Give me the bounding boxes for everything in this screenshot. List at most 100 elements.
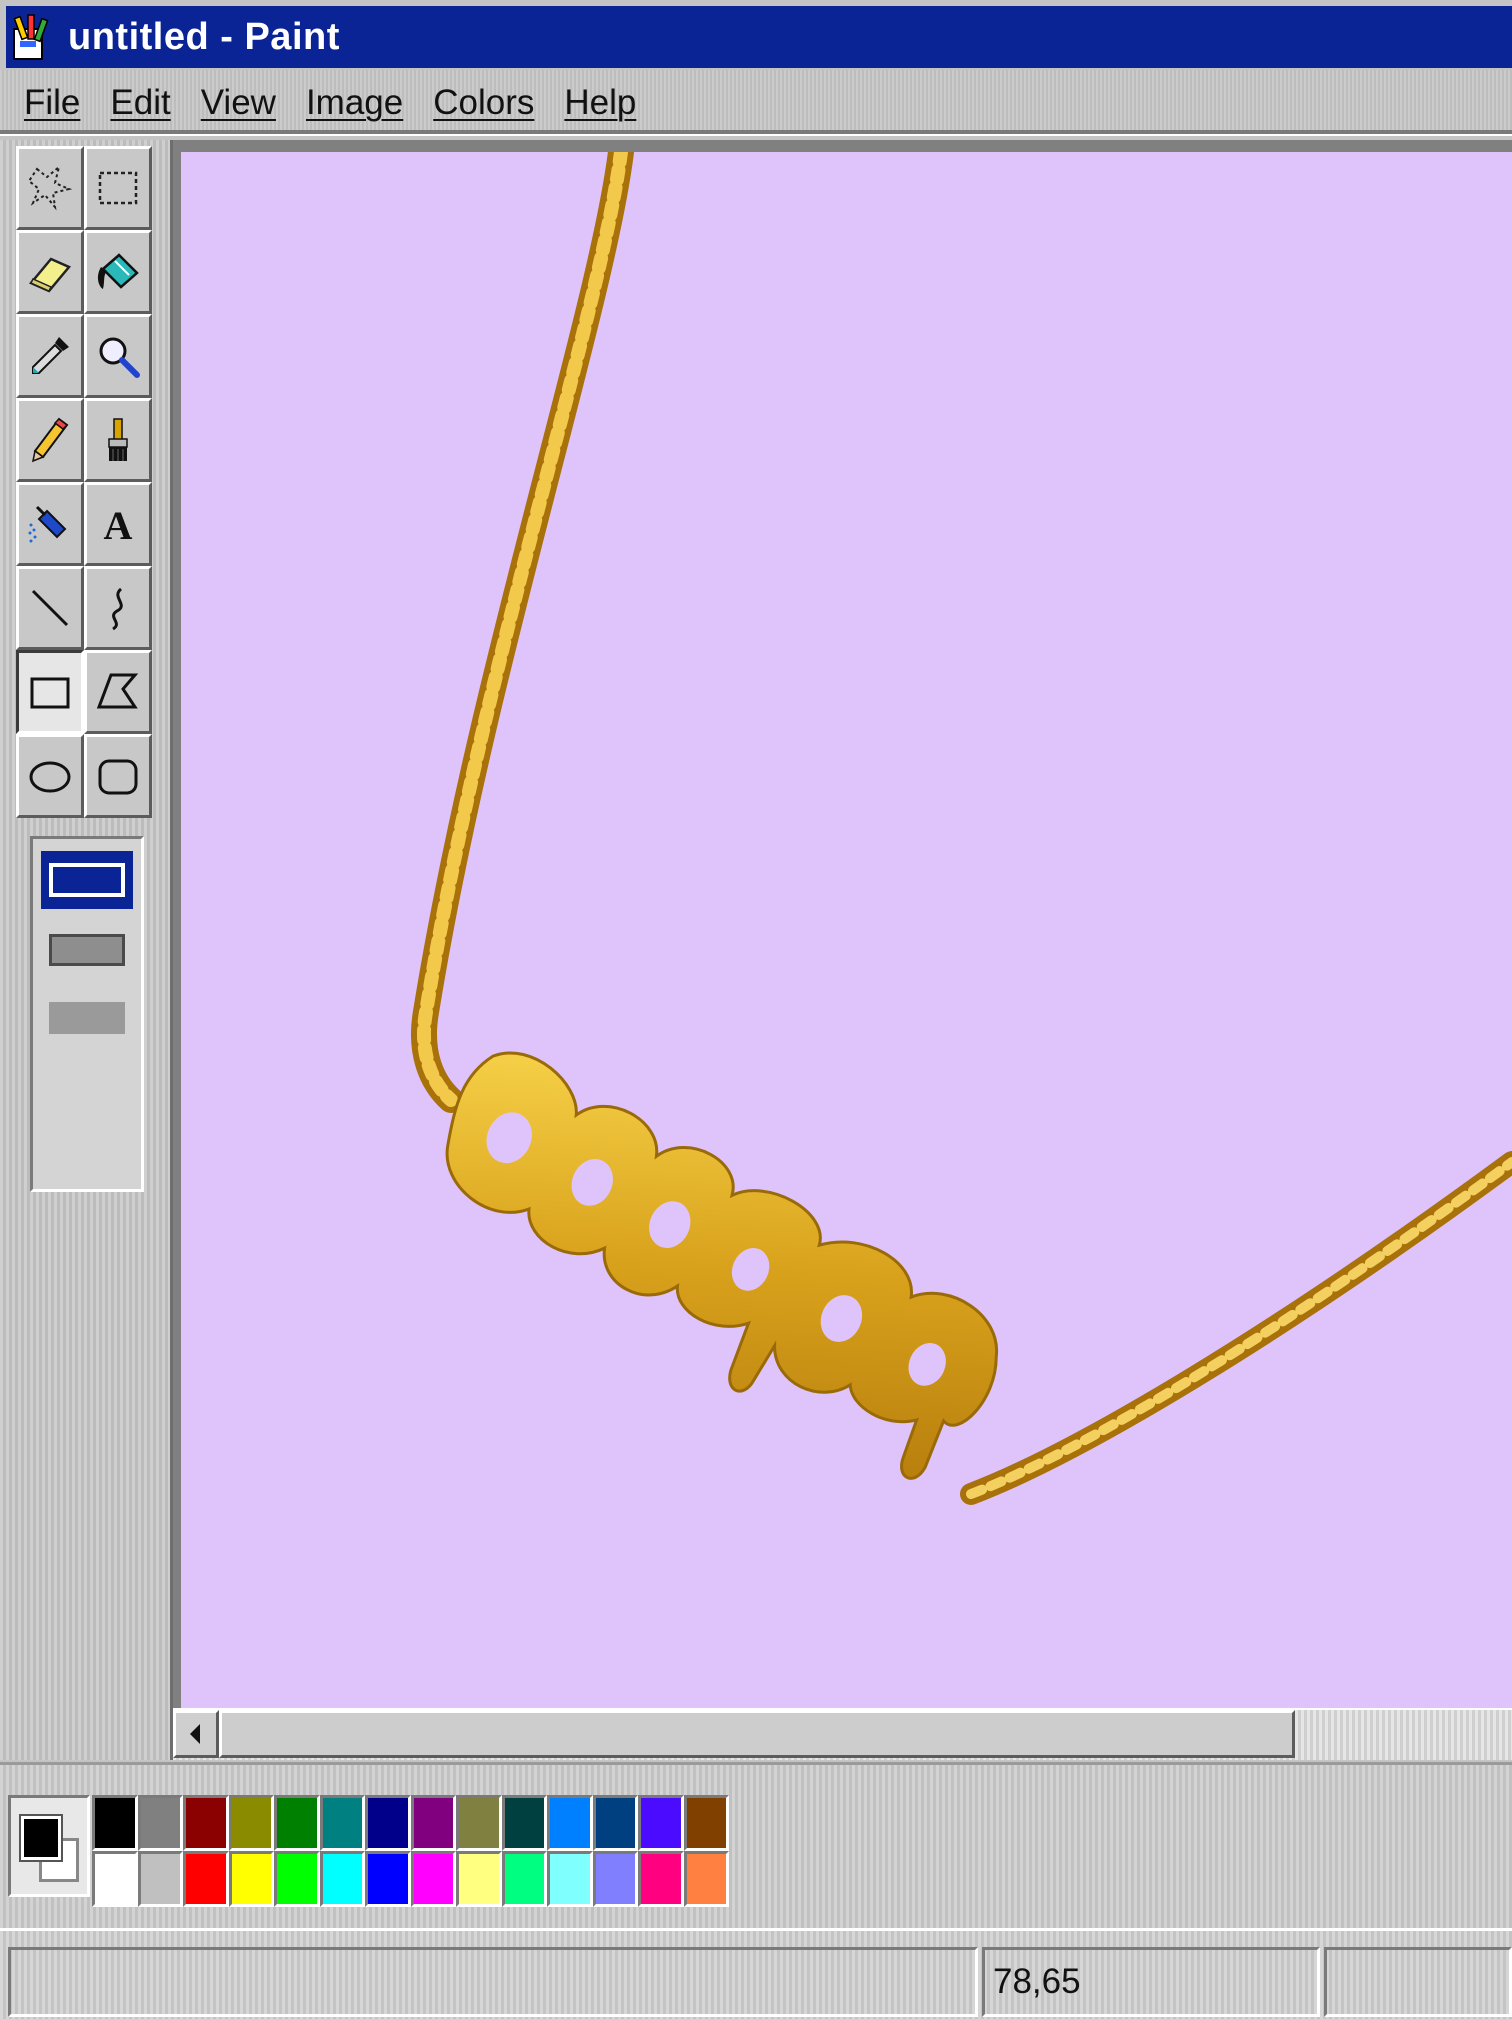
palette-swatch-bottom-8[interactable] (456, 1851, 502, 1907)
tool-magnifier[interactable] (84, 314, 152, 398)
tool-fill[interactable] (84, 230, 152, 314)
palette-swatch-bottom-1[interactable] (137, 1851, 183, 1907)
menu-colors[interactable]: Colors (433, 83, 534, 123)
tool-ellipse[interactable] (16, 734, 84, 818)
eraser-icon (28, 257, 72, 293)
color-box (0, 1762, 1512, 1931)
scroll-left-button[interactable] (173, 1710, 219, 1758)
palette-swatch-bottom-5[interactable] (319, 1851, 365, 1907)
tool-options (30, 836, 144, 1192)
palette-swatch-bottom-10[interactable] (547, 1851, 593, 1907)
airbrush-icon (28, 505, 67, 543)
tool-brush[interactable] (84, 398, 152, 482)
fill-option-outline-fill[interactable] (41, 921, 133, 979)
palette-swatch-bottom-2[interactable] (183, 1851, 229, 1907)
tool-polygon[interactable] (84, 650, 152, 734)
title-bar: untitled - Paint (6, 6, 1512, 68)
status-size-pane (1324, 1947, 1512, 2017)
tool-select[interactable] (84, 146, 152, 230)
tool-rounded-rectangle[interactable] (84, 734, 152, 818)
drawing-canvas[interactable] (181, 152, 1512, 1708)
tool-text[interactable]: A (84, 482, 152, 566)
palette-swatch-top-2[interactable] (183, 1795, 229, 1851)
tool-rectangle[interactable] (16, 650, 84, 734)
cursor-coordinates: 78,65 (993, 1962, 1081, 2001)
horizontal-scrollbar[interactable] (173, 1708, 1512, 1760)
menu-view[interactable]: View (201, 83, 276, 123)
palette-swatch-top-0[interactable] (92, 1795, 138, 1851)
fill-option-fill[interactable] (41, 989, 133, 1047)
palette-swatch-top-1[interactable] (137, 1795, 183, 1851)
select-icon (98, 171, 138, 205)
curve-icon (112, 587, 123, 631)
tool-airbrush[interactable] (16, 482, 84, 566)
pencil-icon (31, 417, 69, 463)
fill-preview (49, 1002, 125, 1034)
palette-swatch-top-11[interactable] (592, 1795, 638, 1851)
necklace-image (411, 152, 1512, 1505)
name-pendant (445, 1051, 998, 1480)
line-icon (31, 589, 69, 627)
palette-swatch-bottom-11[interactable] (592, 1851, 638, 1907)
menu-help[interactable]: Help (564, 83, 636, 123)
menu-image[interactable]: Image (306, 83, 403, 123)
tool-color-picker[interactable] (16, 314, 84, 398)
tool-grid: A (16, 146, 160, 818)
magnifier-icon (99, 337, 140, 378)
polygon-icon (96, 673, 139, 709)
tool-eraser[interactable] (16, 230, 84, 314)
color-picker-icon (32, 337, 69, 374)
paint-window: untitled - Paint File Edit View Image Co… (0, 0, 1512, 2019)
palette-swatch-top-6[interactable] (365, 1795, 411, 1851)
tool-free-form-select[interactable] (16, 146, 84, 230)
free-form-select-icon (27, 164, 73, 211)
palette-swatch-top-3[interactable] (228, 1795, 274, 1851)
palette-swatch-bottom-6[interactable] (365, 1851, 411, 1907)
menu-bar: File Edit View Image Colors Help (0, 70, 1512, 136)
tool-line[interactable] (16, 566, 84, 650)
palette-swatch-bottom-12[interactable] (638, 1851, 684, 1907)
palette-swatch-top-8[interactable] (456, 1795, 502, 1851)
fill-option-outline[interactable] (41, 851, 133, 909)
palette-swatch-top-10[interactable] (547, 1795, 593, 1851)
status-coordinates-pane: 78,65 (982, 1947, 1320, 2017)
toolbox: A (0, 140, 173, 1760)
palette-swatch-top-5[interactable] (319, 1795, 365, 1851)
menu-edit[interactable]: Edit (110, 83, 170, 123)
rounded-rectangle-icon (98, 759, 138, 795)
canvas-area (173, 140, 1512, 1760)
text-tool-glyph: A (104, 503, 133, 548)
window-title: untitled - Paint (68, 15, 340, 58)
tool-pencil[interactable] (16, 398, 84, 482)
foreground-color (19, 1814, 63, 1862)
palette-swatch-top-13[interactable] (683, 1795, 729, 1851)
palette-swatch-bottom-9[interactable] (501, 1851, 547, 1907)
current-colors[interactable] (8, 1795, 90, 1897)
palette-swatch-bottom-4[interactable] (274, 1851, 320, 1907)
arrow-left-icon (190, 1724, 200, 1744)
brush-icon (108, 418, 128, 461)
chain-left-links (416, 152, 628, 1107)
rectangle-icon (30, 677, 70, 709)
menu-file[interactable]: File (24, 83, 80, 123)
status-message-pane (8, 1947, 978, 2017)
palette-swatch-top-7[interactable] (410, 1795, 456, 1851)
fill-bucket-icon (97, 253, 139, 289)
outline-preview (49, 863, 125, 897)
palette-swatch-bottom-3[interactable] (228, 1851, 274, 1907)
tool-curve[interactable] (84, 566, 152, 650)
palette-swatch-top-9[interactable] (501, 1795, 547, 1851)
menu-divider (0, 130, 1512, 136)
palette-swatch-top-4[interactable] (274, 1795, 320, 1851)
palette-swatch-bottom-0[interactable] (92, 1851, 138, 1907)
outline-fill-preview (49, 934, 125, 966)
color-palette (92, 1795, 729, 1907)
palette-swatch-bottom-13[interactable] (683, 1851, 729, 1907)
paint-app-icon (13, 14, 49, 60)
text-icon: A (104, 503, 133, 548)
scroll-thumb[interactable] (219, 1710, 1295, 1758)
status-bar: 78,65 (0, 1928, 1512, 2019)
chain-right (960, 1151, 1512, 1505)
palette-swatch-bottom-7[interactable] (410, 1851, 456, 1907)
palette-swatch-top-12[interactable] (638, 1795, 684, 1851)
